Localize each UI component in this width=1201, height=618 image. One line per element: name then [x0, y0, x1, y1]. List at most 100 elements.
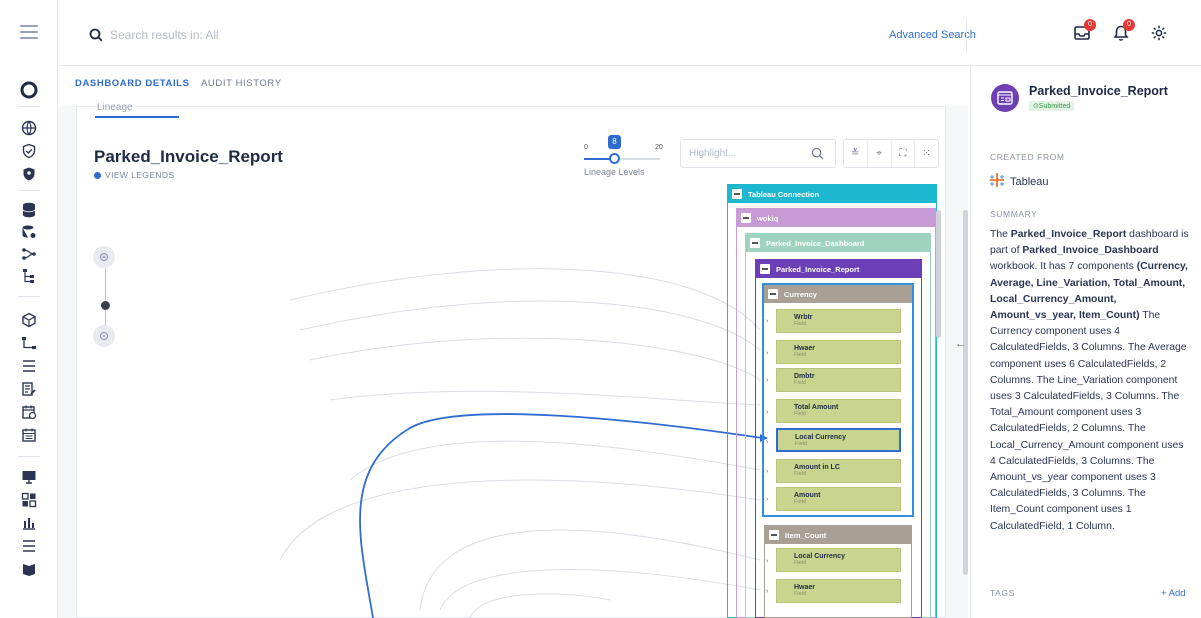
view-legends-link[interactable]: VIEW LEGENDS — [94, 170, 175, 180]
item-count-field-local-currency[interactable]: Local Currency Field — [776, 548, 901, 572]
tableau-logo-icon — [988, 171, 1006, 192]
currency-header[interactable]: Currency — [764, 285, 912, 303]
tab-lineage[interactable]: Lineage — [95, 102, 179, 118]
lineage-scrollbar[interactable] — [936, 210, 941, 338]
created-from-label: CREATED FROM — [990, 152, 1065, 162]
shield-user-icon[interactable] — [19, 164, 39, 184]
database-settings-icon[interactable] — [19, 222, 39, 242]
fullscreen-icon[interactable]: ⛶ — [892, 140, 916, 167]
hierarchy-icon[interactable] — [19, 266, 39, 286]
field-expand-icon[interactable]: › — [766, 409, 768, 416]
tab-dashboard-details[interactable]: DASHBOARD DETAILS — [75, 78, 190, 89]
workflow-icon[interactable] — [19, 333, 39, 353]
fit-view-icon[interactable]: ⌖ — [868, 140, 892, 167]
field-expand-icon[interactable]: › — [766, 588, 768, 595]
field-expand-icon[interactable]: › — [766, 377, 768, 384]
dashboard-grid-icon[interactable] — [19, 490, 39, 510]
dashboard-report-icon — [991, 84, 1019, 112]
collapse-icon[interactable] — [732, 189, 742, 199]
field-expand-icon[interactable]: › — [766, 439, 768, 446]
left-nav-rail — [0, 0, 58, 618]
field-total-amount[interactable]: Total Amount Field — [776, 399, 901, 423]
collapse-icon[interactable] — [750, 238, 760, 248]
list-check-icon[interactable] — [19, 356, 39, 376]
field-expand-icon[interactable]: › — [766, 318, 768, 325]
field-expand-icon[interactable]: › — [766, 468, 768, 475]
dashboard-header[interactable]: Parked_Invoice_Dashboard — [746, 234, 930, 252]
global-search-input[interactable] — [110, 26, 430, 44]
field-dmbtr[interactable]: Dmbtr Field — [776, 368, 901, 392]
highlight-search-icon[interactable] — [811, 147, 824, 160]
shield-check-icon[interactable] — [19, 141, 39, 161]
app-root: Advanced Search 0 0 DASHBOARD DETAILS AU… — [0, 0, 1201, 618]
collapse-icon[interactable] — [769, 530, 779, 540]
collapse-icon[interactable] — [741, 213, 751, 223]
top-bar: Advanced Search 0 0 — [58, 0, 1201, 66]
view-legends-label: VIEW LEGENDS — [105, 170, 175, 180]
collapse-icon[interactable] — [760, 264, 770, 274]
item-count-header[interactable]: Item_Count — [765, 526, 911, 544]
workspace-header[interactable]: wokiq — [737, 209, 935, 227]
lineage-levels-slider[interactable]: 0 20 8 Lineage Levels — [579, 127, 669, 177]
slider-value-bubble: 8 — [608, 135, 621, 149]
collapse-icon[interactable] — [768, 289, 778, 299]
notifications-badge: 0 — [1123, 19, 1135, 31]
bar-chart-icon[interactable] — [19, 513, 39, 533]
search-icon[interactable] — [89, 28, 103, 42]
inbox-badge: 0 — [1084, 19, 1096, 31]
panel-scrollbar[interactable] — [963, 210, 968, 575]
lineage-title: Parked_Invoice_Report — [94, 147, 283, 166]
slider-handle[interactable] — [609, 153, 620, 164]
slider-label: Lineage Levels — [584, 167, 645, 177]
field-local-currency[interactable]: Local Currency Field — [776, 428, 901, 452]
zoom-out-button[interactable] — [93, 325, 115, 347]
monitor-icon[interactable] — [19, 467, 39, 487]
field-amount[interactable]: Amount Field — [776, 487, 901, 511]
zoom-in-button[interactable] — [93, 246, 115, 268]
field-hwaer[interactable]: Hwaer Field — [776, 340, 901, 364]
zoom-slider-handle[interactable] — [101, 301, 110, 310]
slider-max-label: 20 — [655, 144, 663, 151]
detail-tabs: DASHBOARD DETAILS AUDIT HISTORY — [58, 66, 968, 106]
calendar-icon[interactable] — [19, 425, 39, 445]
list-icon[interactable] — [19, 536, 39, 556]
report-header[interactable]: Parked_Invoice_Report — [756, 260, 921, 278]
database-icon[interactable] — [19, 200, 39, 220]
cube-icon[interactable] — [19, 310, 39, 330]
globe-icon[interactable] — [19, 118, 39, 138]
status-badge: ⊙Submitted — [1029, 101, 1075, 111]
expand-all-icon[interactable]: ⁙ — [915, 140, 938, 167]
slider-min-label: 0 — [584, 144, 588, 151]
lineage-flow-icon[interactable] — [19, 244, 39, 264]
field-expand-icon[interactable]: › — [766, 350, 768, 357]
legend-dot-icon — [94, 171, 101, 179]
created-from-source[interactable]: Tableau — [988, 171, 1049, 192]
zoom-in-icon — [99, 252, 108, 261]
logo-icon[interactable] — [19, 80, 39, 100]
zoom-out-icon — [99, 331, 108, 340]
item-count-field-hwaer[interactable]: Hwaer Field — [776, 579, 901, 603]
field-amount-in-lc[interactable]: Amount in LC Field — [776, 459, 901, 483]
field-wrbtr[interactable]: Wrbtr Field — [776, 309, 901, 333]
edit-list-icon[interactable] — [19, 379, 39, 399]
asset-title: Parked_Invoice_Report — [1029, 84, 1168, 98]
collapse-sidebar-arrow-icon[interactable]: ← — [955, 338, 966, 350]
calendar-clock-icon[interactable] — [19, 402, 39, 422]
settings-button[interactable] — [1148, 24, 1170, 46]
inbox-button[interactable]: 0 — [1071, 19, 1096, 46]
details-sidebar: Parked_Invoice_Report ⊙Submitted CREATED… — [970, 66, 1201, 618]
tableau-connection-header[interactable]: Tableau Connection — [728, 185, 936, 203]
gear-icon — [1150, 24, 1168, 47]
zoom-slider-track[interactable] — [105, 268, 106, 328]
tab-audit-history[interactable]: AUDIT HISTORY — [201, 78, 282, 89]
field-expand-icon[interactable]: › — [766, 496, 768, 503]
notifications-button[interactable]: 0 — [1110, 19, 1135, 46]
hamburger-menu-icon[interactable] — [20, 25, 38, 39]
book-icon[interactable] — [19, 559, 39, 579]
add-tag-button[interactable]: + Add — [1161, 588, 1186, 599]
field-expand-icon[interactable]: › — [766, 558, 768, 565]
summary-text: The Parked_Invoice_Report dashboard is p… — [990, 229, 1189, 532]
collapse-all-icon[interactable]: ≚ — [844, 140, 868, 167]
tags-label: TAGS — [990, 588, 1015, 598]
advanced-search-link[interactable]: Advanced Search — [889, 29, 976, 41]
